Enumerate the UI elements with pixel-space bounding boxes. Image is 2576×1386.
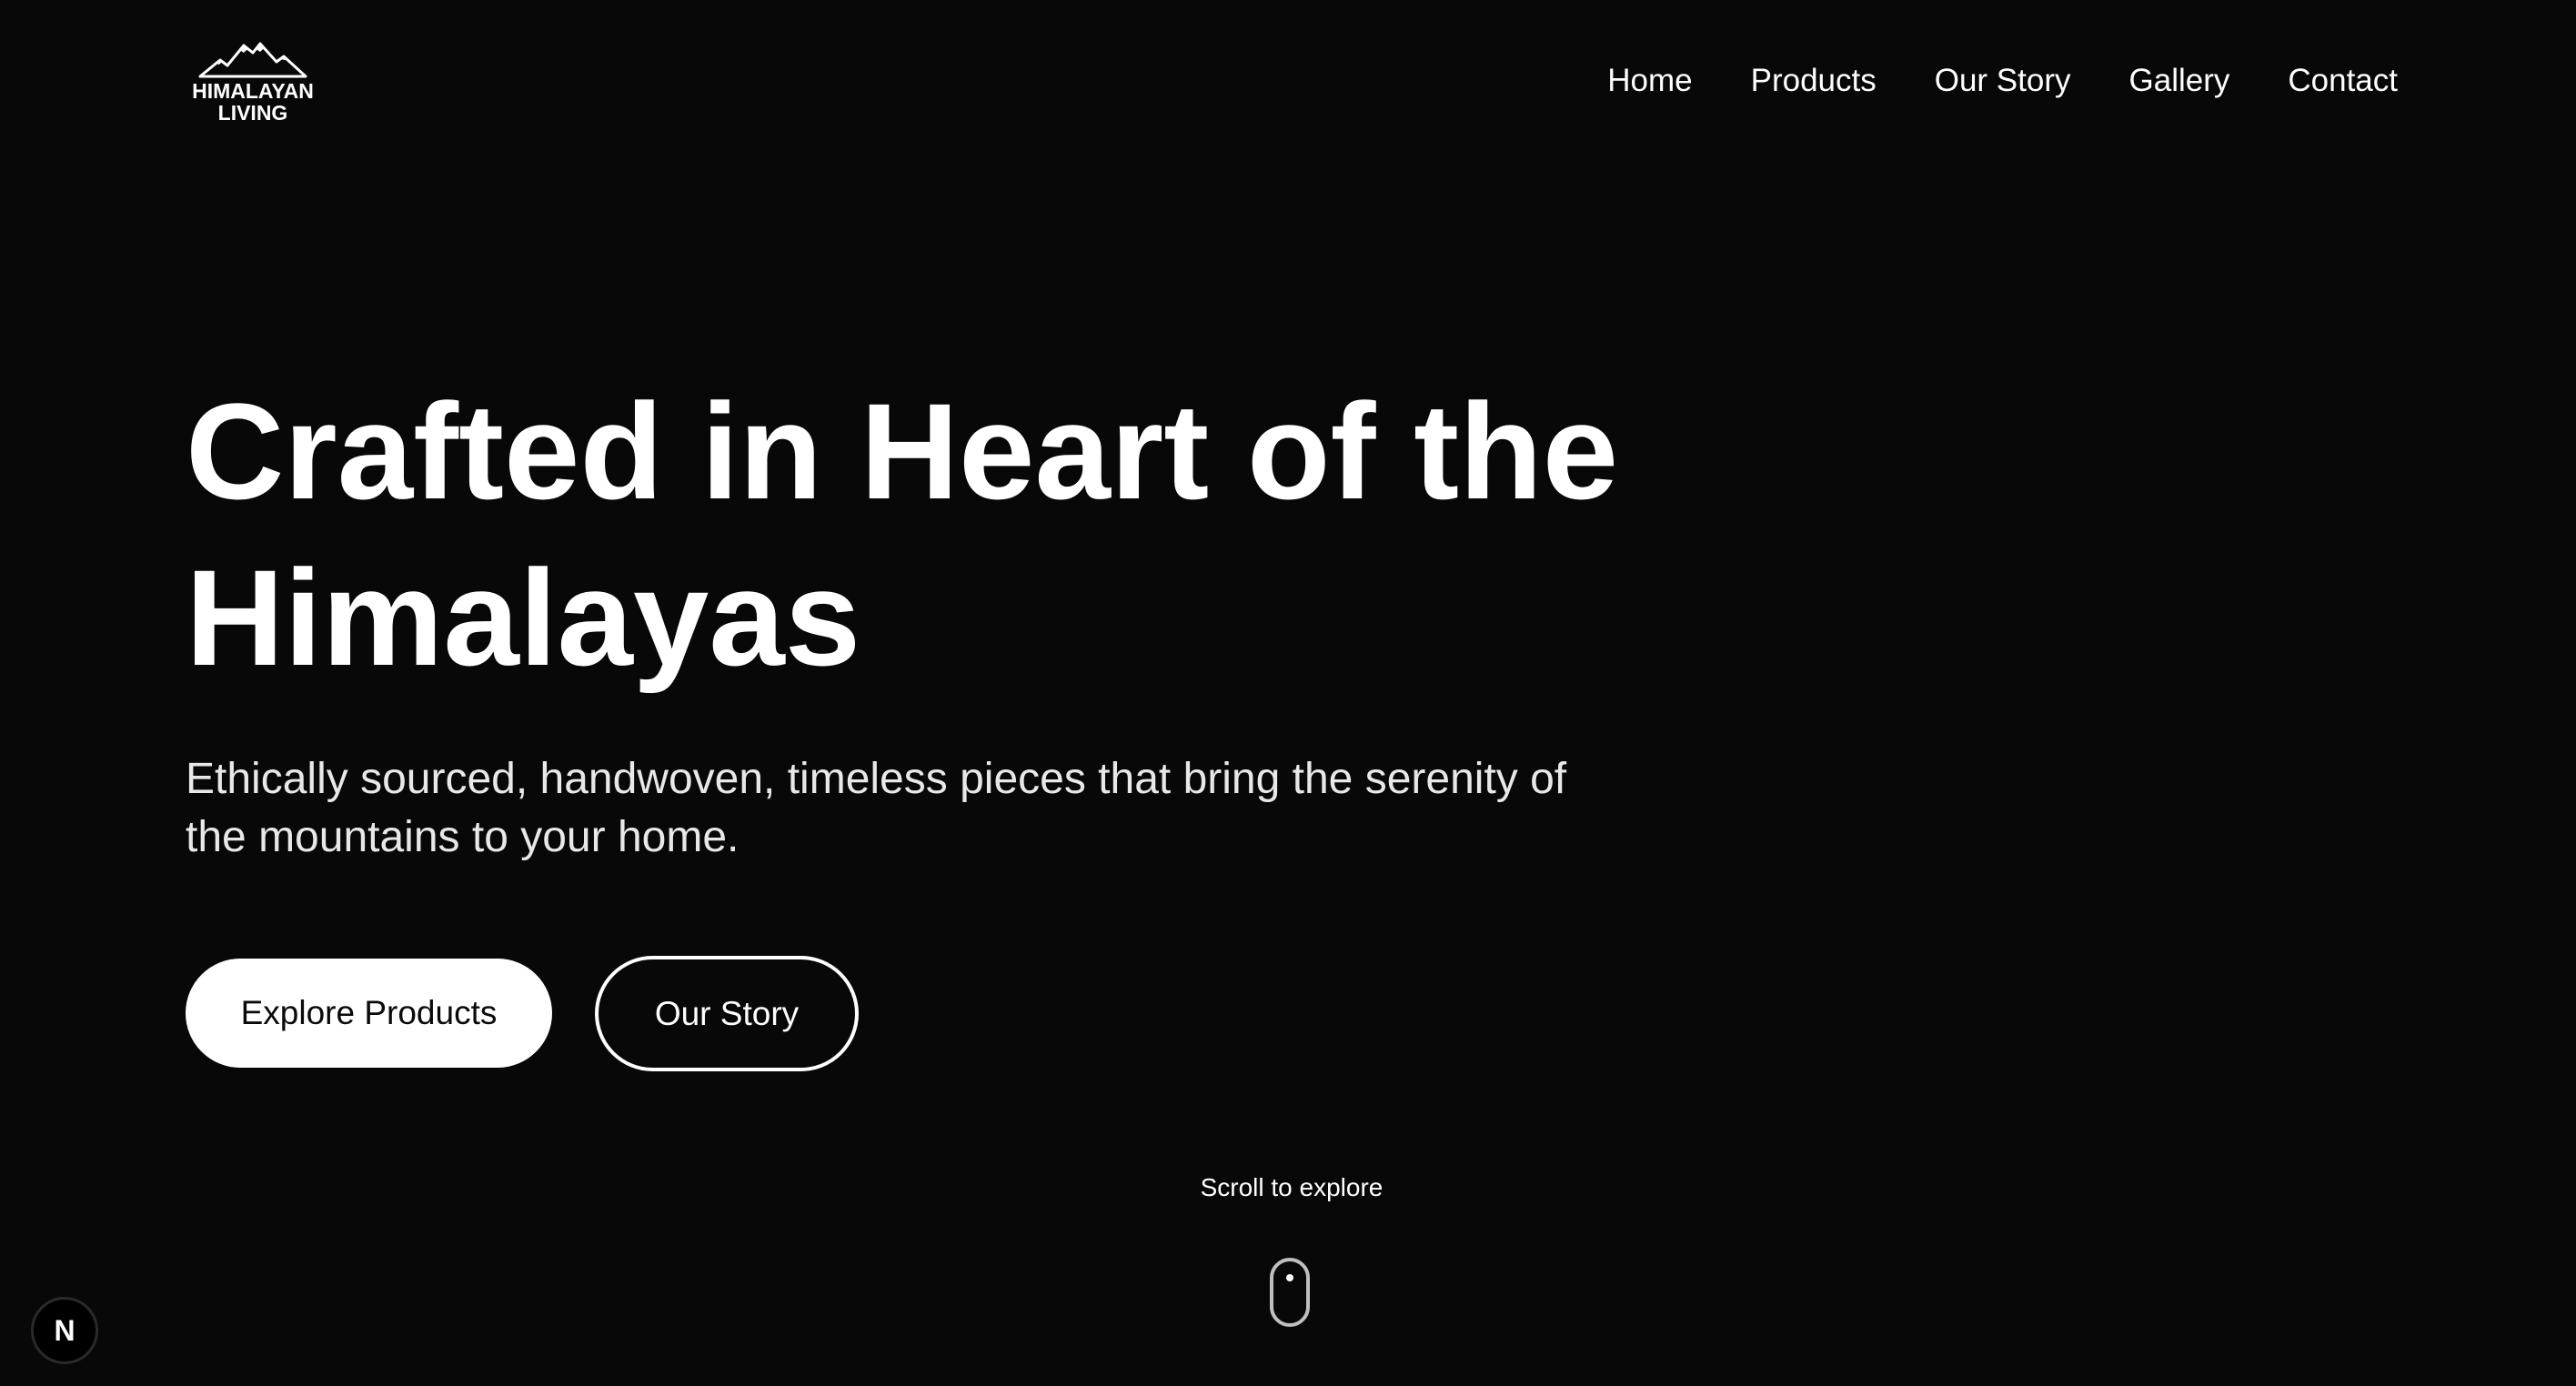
explore-products-button[interactable]: Explore Products [186, 959, 552, 1068]
main-nav: Home Products Our Story Gallery Contact [1607, 58, 2398, 104]
nav-link-products[interactable]: Products [1751, 58, 1877, 104]
brand-name-line1: HIMALAYAN [192, 79, 314, 103]
mouse-wheel-dot [1286, 1274, 1293, 1281]
mountain-peaks-icon [198, 42, 307, 78]
brand-name-line2: LIVING [217, 101, 288, 125]
brand-name: HIMALAYAN LIVING [192, 80, 314, 124]
nav-link-gallery[interactable]: Gallery [2129, 58, 2230, 104]
scroll-hint: Scroll to explore [1200, 1173, 1384, 1201]
nextjs-logo-icon: N [54, 1313, 75, 1347]
hero-subtitle: Ethically sourced, handwoven, timeless p… [186, 755, 1567, 861]
nextjs-dev-badge[interactable]: N [31, 1297, 98, 1364]
mouse-scroll-icon[interactable] [1270, 1258, 1310, 1327]
page: HIMALAYAN LIVING Home Products Our Story… [0, 0, 2576, 1386]
nav-link-our-story[interactable]: Our Story [1935, 58, 2071, 104]
brand-logo[interactable]: HIMALAYAN LIVING [186, 40, 320, 127]
nav-link-contact[interactable]: Contact [2288, 58, 2398, 104]
site-header: HIMALAYAN LIVING Home Products Our Story… [0, 0, 2576, 164]
hero-title-line1: Crafted in Heart of the [186, 375, 1619, 527]
hero-title: Crafted in Heart of the Himalayas [186, 368, 1823, 701]
our-story-button[interactable]: Our Story [595, 956, 859, 1071]
nav-link-home[interactable]: Home [1607, 58, 1692, 104]
hero-title-line2: Himalayas [186, 541, 861, 694]
